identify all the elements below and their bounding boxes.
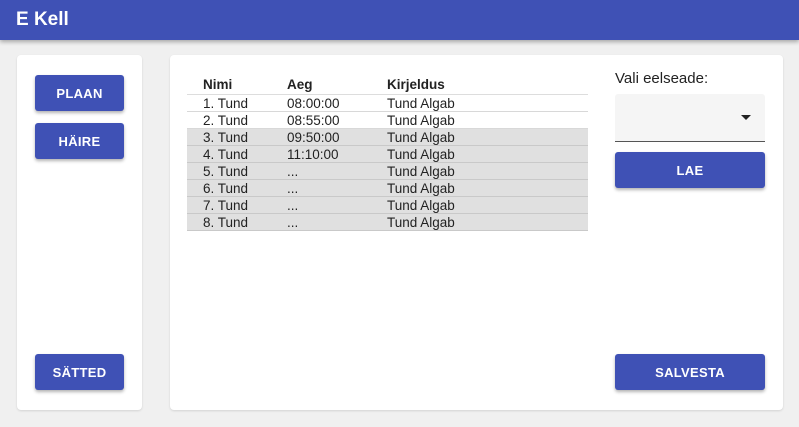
cell-kirjeldus: Tund Algab xyxy=(387,163,455,179)
app-title: E Kell xyxy=(16,9,69,30)
cell-nimi: 1. Tund xyxy=(203,95,249,111)
dropdown-arrow-icon xyxy=(741,115,751,120)
cell-aeg: ... xyxy=(287,163,299,179)
cell-nimi: 2. Tund xyxy=(203,112,249,128)
cell-kirjeldus: Tund Algab xyxy=(387,197,455,213)
cell-aeg: 09:50:00 xyxy=(287,129,340,145)
cell-nimi: 8. Tund xyxy=(203,214,249,230)
table-row[interactable]: 5. Tund ... Tund Algab xyxy=(187,163,588,180)
cell-kirjeldus: Tund Algab xyxy=(387,180,455,196)
cell-kirjeldus: Tund Algab xyxy=(387,112,455,128)
cell-nimi: 7. Tund xyxy=(203,197,249,213)
cell-nimi: 4. Tund xyxy=(203,146,249,162)
preset-select[interactable] xyxy=(615,94,765,142)
table-header: Nimi Aeg Kirjeldus xyxy=(187,75,588,95)
cell-nimi: 5. Tund xyxy=(203,163,249,179)
satted-button[interactable]: SÄTTED xyxy=(35,354,124,390)
cell-nimi: 6. Tund xyxy=(203,180,249,196)
plaan-button[interactable]: PLAAN xyxy=(35,75,124,111)
cell-kirjeldus: Tund Algab xyxy=(387,146,455,162)
cell-kirjeldus: Tund Algab xyxy=(387,95,455,111)
save-button[interactable]: SALVESTA xyxy=(615,354,765,390)
table-row[interactable]: 2. Tund 08:55:00 Tund Algab xyxy=(187,112,588,129)
schedule-table: Nimi Aeg Kirjeldus 1. Tund 08:00:00 Tund… xyxy=(187,75,588,231)
table-row[interactable]: 6. Tund ... Tund Algab xyxy=(187,180,588,197)
load-preset-button[interactable]: LAE xyxy=(615,152,765,188)
cell-kirjeldus: Tund Algab xyxy=(387,129,455,145)
haire-button[interactable]: HÄIRE xyxy=(35,123,124,159)
table-row[interactable]: 4. Tund 11:10:00 Tund Algab xyxy=(187,146,588,163)
preset-label: Vali eelseade: xyxy=(615,70,709,87)
cell-kirjeldus: Tund Algab xyxy=(387,214,455,230)
cell-aeg: 11:10:00 xyxy=(287,146,339,162)
table-row[interactable]: 1. Tund 08:00:00 Tund Algab xyxy=(187,95,588,112)
cell-aeg: 08:00:00 xyxy=(287,95,340,111)
cell-aeg: ... xyxy=(287,214,299,230)
cell-nimi: 3. Tund xyxy=(203,129,249,145)
cell-aeg: ... xyxy=(287,180,299,196)
app-bar: E Kell xyxy=(0,0,799,40)
header-kirjeldus: Kirjeldus xyxy=(387,77,445,92)
table-row[interactable]: 7. Tund ... Tund Algab xyxy=(187,197,588,214)
cell-aeg: ... xyxy=(287,197,299,213)
cell-aeg: 08:55:00 xyxy=(287,112,340,128)
table-row[interactable]: 8. Tund ... Tund Algab xyxy=(187,214,588,231)
table-row[interactable]: 3. Tund 09:50:00 Tund Algab xyxy=(187,129,588,146)
header-aeg: Aeg xyxy=(287,77,313,92)
header-nimi: Nimi xyxy=(203,77,233,92)
